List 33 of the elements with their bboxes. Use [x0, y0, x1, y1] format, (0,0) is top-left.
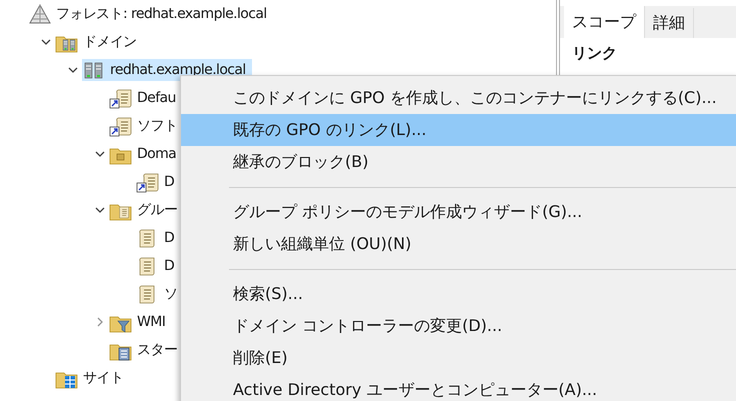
menu-item[interactable]: ドメイン コントローラーの変更(D)...	[181, 310, 736, 342]
tree-item[interactable]: ソフト	[109, 115, 184, 137]
tree-item[interactable]: サイト	[55, 367, 130, 389]
tree-item[interactable]: グルー	[109, 199, 184, 221]
tree-item[interactable]: D	[136, 255, 180, 277]
tree-item[interactable]: D	[136, 227, 180, 249]
document-link-icon	[109, 115, 133, 137]
tree-item[interactable]: スター	[109, 339, 184, 361]
menu-item[interactable]: 新しい組織単位 (OU)(N)	[181, 228, 736, 260]
tab[interactable]: スコープ	[564, 6, 645, 38]
chevron-right-icon[interactable]	[95, 317, 105, 327]
tree-item[interactable]: D	[136, 171, 180, 193]
document-link-icon	[136, 171, 160, 193]
section-heading: リンク	[572, 44, 617, 62]
tree-item[interactable]: Defau	[109, 87, 182, 109]
menu-item[interactable]: 既存の GPO のリンク(L)...	[181, 114, 736, 146]
chevron-down-icon[interactable]	[68, 65, 78, 75]
menu-item[interactable]: このドメインに GPO を作成し、このコンテナーにリンクする(C)...	[181, 82, 736, 114]
menu-item[interactable]: 削除(E)	[181, 342, 736, 374]
menu-item[interactable]: Active Directory ユーザーとコンピューター(A)...	[181, 374, 736, 401]
chevron-down-icon[interactable]	[41, 37, 51, 47]
tree-item[interactable]: フォレスト: redhat.example.local	[28, 3, 273, 25]
tree-item[interactable]: ドメイン	[55, 31, 143, 53]
forest-icon	[28, 3, 52, 25]
menu-item[interactable]: 検索(S)...	[181, 278, 736, 310]
tree-item[interactable]: WMI	[109, 311, 172, 333]
tree-item[interactable]: Doma	[109, 143, 182, 165]
tree-item[interactable]: ソ	[136, 283, 184, 305]
document-link-icon	[109, 87, 133, 109]
menu-item[interactable]: 継承のブロック(B)	[181, 146, 736, 178]
chevron-down-icon[interactable]	[95, 205, 105, 215]
menu-item[interactable]: グループ ポリシーのモデル作成ウィザード(G)...	[181, 196, 736, 228]
chevron-down-icon[interactable]	[95, 149, 105, 159]
